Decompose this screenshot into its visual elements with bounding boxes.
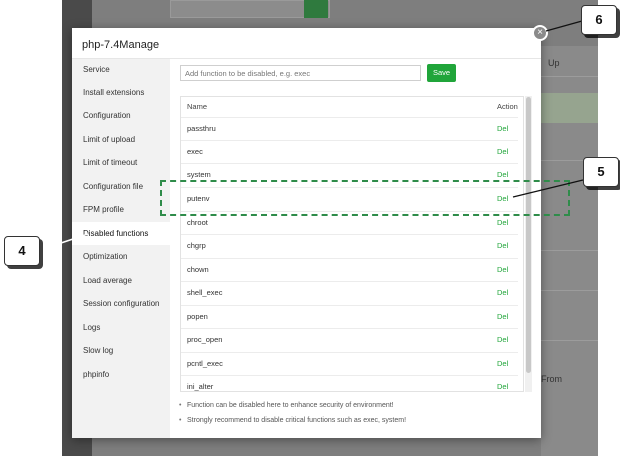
- callout-5: 5: [583, 157, 619, 187]
- callout-4: 4: [4, 236, 40, 266]
- callout-connector-lines: [39, 20, 584, 251]
- callout-6: 6: [581, 5, 617, 35]
